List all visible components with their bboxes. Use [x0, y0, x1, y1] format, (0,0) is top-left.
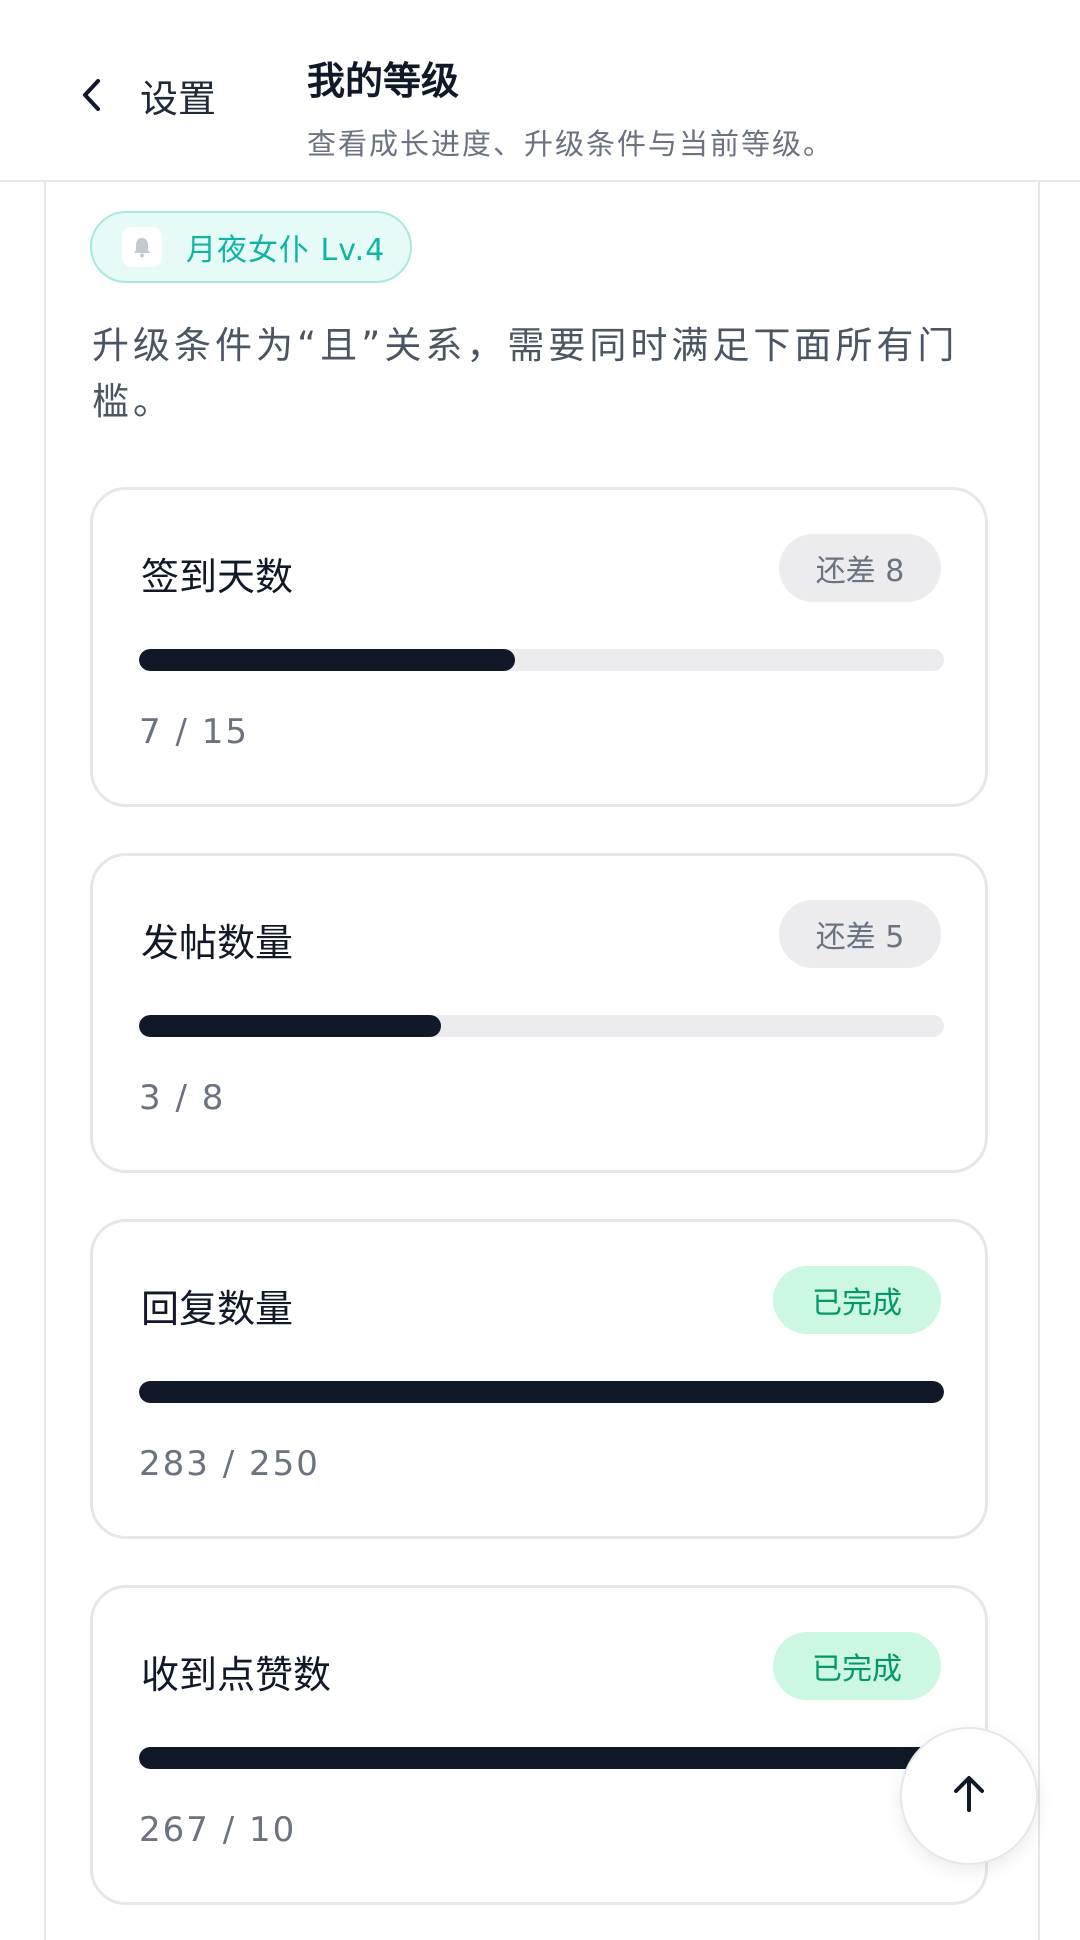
top-bar: 设置 我的等级 查看成长进度、升级条件与当前等级。: [0, 0, 1080, 182]
back-button[interactable]: 设置: [80, 60, 216, 130]
progress-count: 3 / 8: [139, 1078, 226, 1118]
scroll-to-top-button[interactable]: [900, 1727, 1038, 1865]
criterion-title: 回复数量: [141, 1287, 294, 1331]
criterion-title: 发帖数量: [141, 921, 294, 965]
criterion-card: 收到点赞数 已完成 267 / 10: [90, 1585, 988, 1905]
progress-count: 267 / 10: [139, 1810, 297, 1850]
criterion-card: 发帖数量 还差 5 3 / 8: [90, 853, 988, 1173]
criterion-title: 收到点赞数: [141, 1653, 332, 1697]
level-badge: 月夜女仆 Lv.4: [90, 211, 412, 283]
page-title: 我的等级: [307, 59, 460, 103]
chevron-left-icon: [80, 77, 104, 113]
back-label: 设置: [140, 76, 217, 121]
progress-track: [139, 649, 944, 671]
progress-fill: [139, 1015, 441, 1037]
criterion-title: 签到天数: [141, 555, 294, 599]
progress-count: 7 / 15: [139, 712, 249, 752]
status-badge: 还差 8: [779, 534, 941, 602]
status-badge: 已完成: [773, 1266, 941, 1334]
criterion-card: 签到天数 还差 8 7 / 15: [90, 487, 988, 807]
progress-fill: [139, 1381, 944, 1403]
bell-icon: [122, 227, 162, 267]
title-group: 我的等级 查看成长进度、升级条件与当前等级。: [307, 50, 834, 163]
status-badge: 还差 5: [779, 900, 941, 968]
condition-description: 升级条件为“且”关系，需要同时满足下面所有门槛。: [92, 324, 959, 423]
level-badge-label: 月夜女仆 Lv.4: [186, 233, 386, 268]
progress-count: 283 / 250: [139, 1444, 320, 1484]
progress-fill: [139, 649, 515, 671]
page-subtitle: 查看成长进度、升级条件与当前等级。: [307, 127, 835, 161]
status-badge: 已完成: [773, 1632, 941, 1700]
progress-track: [139, 1381, 944, 1403]
progress-track: [139, 1015, 944, 1037]
progress-fill: [139, 1747, 944, 1769]
progress-track: [139, 1747, 944, 1769]
criterion-card: 回复数量 已完成 283 / 250: [90, 1219, 988, 1539]
arrow-up-icon: [951, 1774, 987, 1818]
